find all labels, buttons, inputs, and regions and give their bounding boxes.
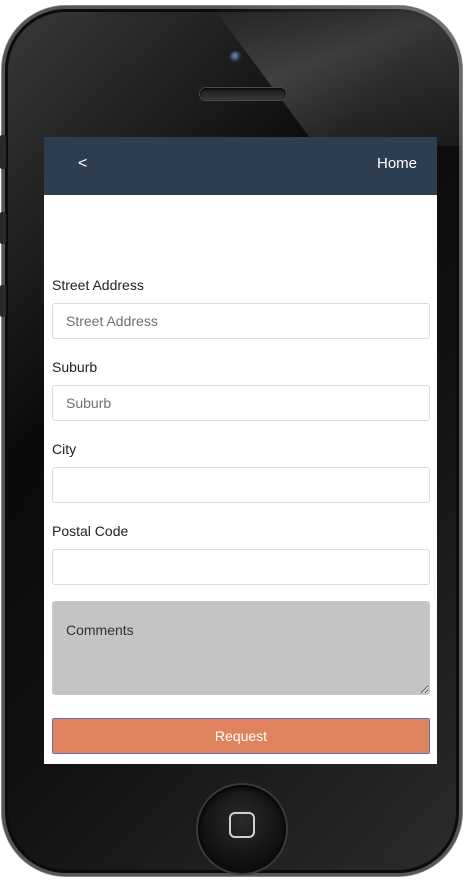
street-address-label: Street Address <box>52 277 144 293</box>
comments-textarea[interactable] <box>52 601 430 695</box>
mute-switch <box>0 135 6 169</box>
city-label: City <box>52 441 77 457</box>
home-button-icon <box>229 812 255 838</box>
address-form: Street Address Suburb City Postal Code R… <box>52 275 430 754</box>
request-button[interactable]: Request <box>52 718 430 754</box>
suburb-input[interactable] <box>52 385 430 421</box>
back-button[interactable]: < <box>78 155 87 173</box>
camera-icon <box>230 51 242 63</box>
street-address-input[interactable] <box>52 303 430 339</box>
postal-code-label: Postal Code <box>52 523 129 539</box>
home-link[interactable]: Home <box>377 155 417 172</box>
city-input[interactable] <box>52 467 430 503</box>
app-screen: < Home Street Address Suburb City Postal… <box>44 137 437 764</box>
postal-code-input[interactable] <box>52 549 430 585</box>
speaker-grille <box>200 88 286 100</box>
volume-up-button <box>0 212 6 244</box>
suburb-label: Suburb <box>52 359 98 375</box>
volume-down-button <box>0 285 6 317</box>
nav-bar: < Home <box>44 137 437 195</box>
phone-glare <box>212 6 462 146</box>
